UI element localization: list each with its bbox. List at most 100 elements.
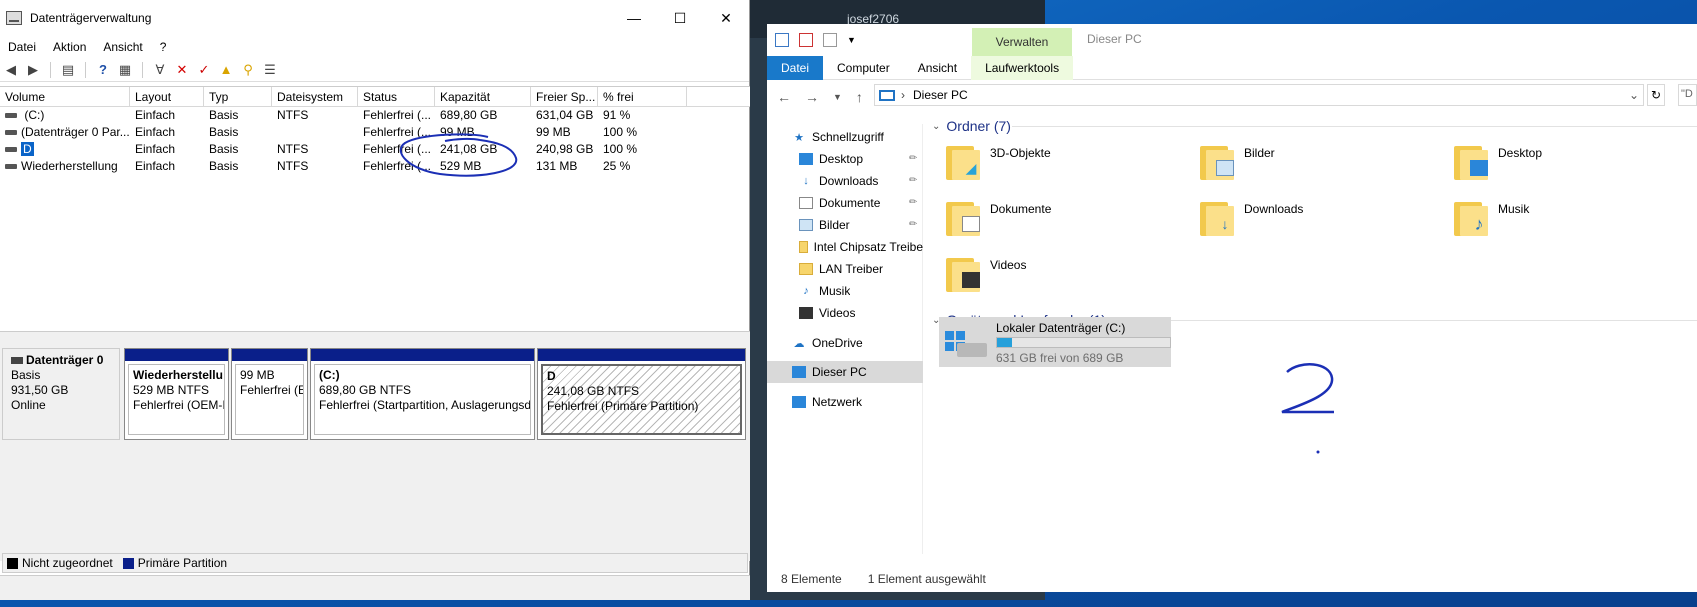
pin-icon[interactable]: ✏ xyxy=(909,197,917,208)
connect-icon[interactable]: ∀ xyxy=(151,61,169,79)
chevron-right-icon[interactable]: › xyxy=(901,88,905,102)
pin-icon[interactable]: ✏ xyxy=(909,219,917,230)
drive-c-tile[interactable]: Lokaler Datenträger (C:) 631 GB frei von… xyxy=(939,317,1171,367)
tab-laufwerktools[interactable]: Laufwerktools xyxy=(971,55,1074,80)
new-folder-icon[interactable] xyxy=(823,33,837,47)
nav-musik[interactable]: ♪ Musik xyxy=(799,280,850,302)
search-input[interactable]: "D xyxy=(1678,84,1697,106)
file-explorer-window: ▼ Verwalten Dieser PC Datei Computer Ans… xyxy=(767,24,1697,592)
nav-onedrive[interactable]: ☁ OneDrive xyxy=(792,332,863,354)
col-kapazitaet[interactable]: Kapazität xyxy=(435,87,531,106)
qat-dropdown-icon[interactable]: ▼ xyxy=(847,35,856,45)
download-icon: ↓ xyxy=(803,175,809,187)
nav-schnellzugriff[interactable]: ★ Schnellzugriff xyxy=(792,126,884,148)
partition-efi[interactable]: 99 MB Fehlerfrei (E xyxy=(231,348,308,440)
help-icon[interactable]: ? xyxy=(94,61,112,79)
col-prozent-frei[interactable]: % frei xyxy=(598,87,687,106)
menu-aktion[interactable]: Aktion xyxy=(53,40,95,54)
col-freier-speicher[interactable]: Freier Sp... xyxy=(531,87,598,106)
console-tree-icon[interactable]: ▤ xyxy=(59,61,77,79)
col-status[interactable]: Status xyxy=(358,87,435,106)
folder-icon xyxy=(799,263,813,275)
tab-datei[interactable]: Datei xyxy=(767,55,824,80)
folder-icon xyxy=(1200,142,1234,180)
refresh-icon[interactable]: ↻ xyxy=(1647,84,1665,106)
table-row[interactable]: Wiederherstellung Einfach Basis NTFS Feh… xyxy=(0,158,750,175)
folder-videos[interactable]: Videos xyxy=(946,248,1176,298)
search-folder-icon[interactable]: ⚲ xyxy=(239,61,257,79)
nav-dieser-pc[interactable]: Dieser PC xyxy=(767,361,923,383)
nav-intel-chipsatz[interactable]: Intel Chipsatz Treibe xyxy=(799,236,923,258)
hard-drive-icon xyxy=(957,343,987,357)
video-icon xyxy=(799,307,813,319)
minimize-button[interactable]: — xyxy=(611,0,657,36)
context-tab-verwalten[interactable]: Verwalten xyxy=(972,28,1072,56)
network-icon xyxy=(792,396,806,408)
menu-datei[interactable]: Datei xyxy=(8,40,45,54)
properties-icon[interactable]: ▦ xyxy=(116,61,134,79)
recent-dropdown-icon[interactable]: ▼ xyxy=(833,92,842,102)
pictures-icon xyxy=(799,219,813,231)
nav-downloads[interactable]: ↓ Downloads xyxy=(799,170,878,192)
toolbar: ◀ ▶ ▤ ? ▦ ∀ ✕ ✓ ▲ ⚲ ☰ xyxy=(0,58,749,82)
close-button[interactable]: ✕ xyxy=(703,0,749,36)
col-layout[interactable]: Layout xyxy=(130,87,204,106)
computer-icon xyxy=(792,366,806,378)
menu-bar: Datei Aktion Ansicht ? xyxy=(0,36,749,58)
folder-icon xyxy=(946,254,980,292)
drive-icon xyxy=(5,164,17,170)
folder-3d-objekte[interactable]: ◢ 3D-Objekte xyxy=(946,136,1176,186)
folder-bilder[interactable]: Bilder xyxy=(1200,136,1430,186)
delete-icon[interactable]: ✕ xyxy=(173,61,191,79)
folder-desktop[interactable]: Desktop xyxy=(1454,136,1684,186)
folder-dokumente[interactable]: Dokumente xyxy=(946,192,1176,242)
disk-info[interactable]: Datenträger 0 Basis 931,50 GB Online xyxy=(2,348,120,440)
table-row[interactable]: D Einfach Basis NTFS Fehlerfrei (... 241… xyxy=(0,141,750,158)
legend-unallocated: Nicht zugeordnet xyxy=(22,556,113,570)
table-row[interactable]: (C:) Einfach Basis NTFS Fehlerfrei (... … xyxy=(0,107,750,124)
nav-netzwerk[interactable]: Netzwerk xyxy=(792,391,862,413)
col-volume[interactable]: Volume xyxy=(0,87,130,106)
explorer-status-bar: 8 Elemente 1 Element ausgewählt xyxy=(781,572,986,586)
nav-bilder[interactable]: Bilder xyxy=(799,214,850,236)
back-icon[interactable]: ◀ xyxy=(2,61,20,79)
settings-list-icon[interactable]: ☰ xyxy=(261,61,279,79)
up-arrow-icon[interactable]: ↑ xyxy=(856,89,863,105)
tab-ansicht[interactable]: Ansicht xyxy=(904,56,971,80)
disk-management-window: Datenträgerverwaltung — ☐ ✕ Datei Aktion… xyxy=(0,0,750,600)
col-typ[interactable]: Typ xyxy=(204,87,272,106)
address-bar[interactable]: › Dieser PC ⌄ xyxy=(874,84,1644,106)
nav-videos[interactable]: Videos xyxy=(799,302,855,324)
pin-icon[interactable]: ✏ xyxy=(909,153,917,164)
partition-d[interactable]: D 241,08 GB NTFS Fehlerfrei (Primäre Par… xyxy=(537,348,746,440)
col-dateisystem[interactable]: Dateisystem xyxy=(272,87,358,106)
back-arrow-icon[interactable]: ← xyxy=(777,89,791,105)
legend-swatch-primary xyxy=(122,557,134,569)
maximize-button[interactable]: ☐ xyxy=(657,0,703,36)
star-icon: ★ xyxy=(794,131,804,144)
breadcrumb-dieser-pc[interactable]: Dieser PC xyxy=(913,88,968,102)
desktop-icon xyxy=(799,153,813,165)
partition-wiederherstellung[interactable]: Wiederherstellu 529 MB NTFS Fehlerfrei (… xyxy=(124,348,229,440)
nav-desktop[interactable]: Desktop xyxy=(799,148,863,170)
forward-icon[interactable]: ▶ xyxy=(24,61,42,79)
folder-up-icon[interactable]: ▲ xyxy=(217,61,235,79)
forward-arrow-icon[interactable]: → xyxy=(805,89,819,105)
legend-primary: Primäre Partition xyxy=(137,556,228,570)
partition-c[interactable]: (C:) 689,80 GB NTFS Fehlerfrei (Startpar… xyxy=(310,348,535,440)
table-row[interactable]: (Datenträger 0 Par... Einfach Basis Fehl… xyxy=(0,124,750,141)
folder-musik[interactable]: ♪ Musik xyxy=(1454,192,1684,242)
nav-dokumente[interactable]: Dokumente xyxy=(799,192,880,214)
menu-help[interactable]: ? xyxy=(160,40,176,54)
drive-icon xyxy=(5,113,17,119)
menu-ansicht[interactable]: Ansicht xyxy=(103,40,151,54)
chevron-down-icon[interactable]: ⌄ xyxy=(1629,88,1639,102)
nav-lan-treiber[interactable]: LAN Treiber xyxy=(799,258,883,280)
computer-icon[interactable] xyxy=(775,33,789,47)
pin-icon[interactable]: ✏ xyxy=(909,175,917,186)
tab-computer[interactable]: Computer xyxy=(823,56,904,80)
properties-check-icon[interactable] xyxy=(799,33,813,47)
folder-downloads[interactable]: ↓ Downloads xyxy=(1200,192,1430,242)
group-ordner[interactable]: ⌄ Ordner (7) xyxy=(932,116,1011,136)
check-icon[interactable]: ✓ xyxy=(195,61,213,79)
